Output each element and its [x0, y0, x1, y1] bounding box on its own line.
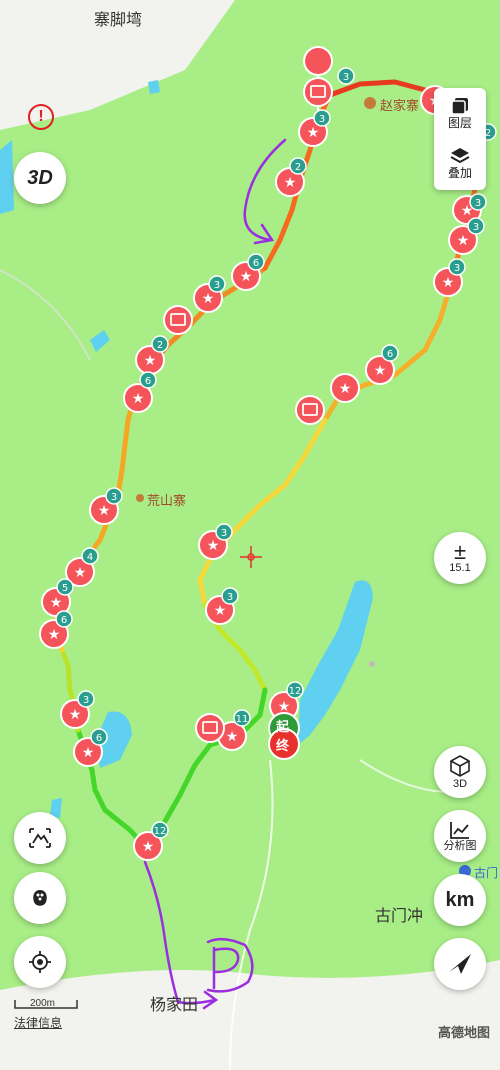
navigate-icon	[449, 954, 471, 974]
start-marker-label: 起	[276, 720, 290, 735]
footprint-button[interactable]	[14, 872, 66, 924]
locate-button[interactable]	[14, 936, 66, 988]
svg-text:6: 6	[387, 349, 393, 360]
svg-text:★: ★	[339, 381, 352, 397]
svg-text:3: 3	[343, 72, 349, 83]
svg-text:★: ★	[74, 565, 87, 581]
brand-logo: 高德地图	[438, 1025, 491, 1040]
svg-text:12: 12	[154, 826, 167, 837]
distance-unit-button[interactable]: km	[434, 874, 486, 926]
overlay-button[interactable]: 叠加	[434, 138, 486, 188]
layers-label: 图层	[447, 116, 472, 130]
pond-west-top	[0, 140, 14, 214]
svg-text:3: 3	[454, 263, 460, 274]
measure-icon: km	[445, 888, 475, 911]
terrain-icon	[29, 828, 51, 848]
svg-text:★: ★	[240, 269, 253, 285]
svg-text:3: 3	[319, 114, 325, 125]
svg-text:★: ★	[50, 595, 63, 611]
svg-text:★: ★	[132, 391, 145, 407]
3d-icon: 3D	[27, 166, 53, 189]
svg-text:2: 2	[295, 162, 301, 173]
cube-icon	[450, 755, 470, 777]
end-marker-label: 终	[276, 739, 290, 754]
svg-text:★: ★	[284, 175, 297, 191]
svg-text:3: 3	[214, 280, 220, 291]
svg-text:★: ★	[307, 125, 320, 141]
locate-icon	[29, 951, 51, 973]
svg-text:3: 3	[475, 198, 481, 209]
layers-button[interactable]: 图层	[434, 88, 486, 138]
svg-text:★: ★	[214, 603, 227, 619]
svg-text:3: 3	[221, 528, 227, 539]
svg-text:4: 4	[87, 552, 93, 563]
svg-text:3: 3	[83, 695, 89, 706]
label-gumen-partial: 古门	[474, 866, 499, 880]
svg-text:★: ★	[202, 291, 215, 307]
svg-text:5: 5	[62, 583, 68, 594]
layers-panel: 图层 叠加	[434, 88, 486, 190]
svg-text:★: ★	[98, 503, 111, 519]
label-zhaojiazhai: 赵家寨	[380, 98, 420, 113]
svg-text:12: 12	[289, 686, 302, 697]
lake-east	[298, 580, 373, 745]
pond-top	[148, 80, 160, 94]
navigate-button[interactable]	[434, 938, 486, 990]
poi-dot	[369, 661, 375, 667]
poi-icon	[364, 97, 376, 109]
alert-icon[interactable]: !	[28, 104, 54, 130]
road-grey-1	[0, 269, 91, 361]
svg-text:★: ★	[48, 627, 61, 643]
svg-text:3: 3	[111, 492, 117, 503]
map-canvas[interactable]: ★★★ ★★★ ★★★ ★★★ ★★★ ★★★ ★★★ ★★★ 332 632 …	[0, 0, 500, 1070]
label-huangshanzhai: 荒山寨	[147, 493, 187, 508]
label-gumenchong: 古门冲	[375, 908, 424, 925]
pond-small	[90, 330, 110, 352]
zoom-level-value: 15.1	[449, 562, 471, 574]
3d-view-button[interactable]: 3D	[434, 746, 486, 798]
svg-text:★: ★	[144, 353, 157, 369]
svg-text:★: ★	[457, 233, 470, 249]
label-zhaijiaowan: 寨脚塆	[94, 12, 143, 29]
pin	[295, 395, 325, 425]
svg-text:★: ★	[142, 839, 155, 855]
terrain-button[interactable]	[14, 812, 66, 864]
svg-text:6: 6	[96, 733, 102, 744]
analysis-button[interactable]: 分析图	[434, 810, 486, 862]
3d-view-label: 3D	[452, 778, 468, 790]
svg-text:★: ★	[69, 707, 82, 723]
zoom-level-button[interactable]: ± 15.1	[434, 532, 486, 584]
crosshair-icon	[240, 546, 262, 568]
svg-text:6: 6	[61, 615, 67, 626]
overlay-icon	[450, 148, 470, 164]
analysis-chart-icon	[450, 822, 469, 839]
svg-text:★: ★	[442, 275, 455, 291]
svg-text:6: 6	[253, 258, 259, 269]
poi-icon	[136, 494, 144, 502]
svg-text:★: ★	[207, 538, 220, 554]
layers-icon	[451, 98, 468, 115]
legal-info-link[interactable]: 法律信息	[14, 1014, 62, 1031]
overlay-label: 叠加	[447, 166, 472, 180]
svg-text:★: ★	[226, 729, 239, 745]
pin	[163, 305, 193, 335]
analysis-label: 分析图	[443, 840, 477, 852]
svg-text:3: 3	[473, 222, 479, 233]
svg-text:★: ★	[374, 363, 387, 379]
svg-text:11: 11	[236, 714, 249, 725]
svg-text:2: 2	[157, 340, 163, 351]
pin	[195, 713, 225, 743]
zoom-scale-icon: ±	[453, 539, 467, 564]
svg-text:3: 3	[227, 592, 233, 603]
3d-toggle-button[interactable]: 3D	[14, 152, 66, 204]
svg-text:★: ★	[82, 745, 95, 761]
scale-bar-label: 200m	[30, 998, 56, 1009]
svg-text:6: 6	[145, 376, 151, 387]
footprint-icon	[33, 890, 47, 906]
pin	[303, 77, 333, 107]
label-yangjiatian: 杨家田	[150, 997, 199, 1014]
